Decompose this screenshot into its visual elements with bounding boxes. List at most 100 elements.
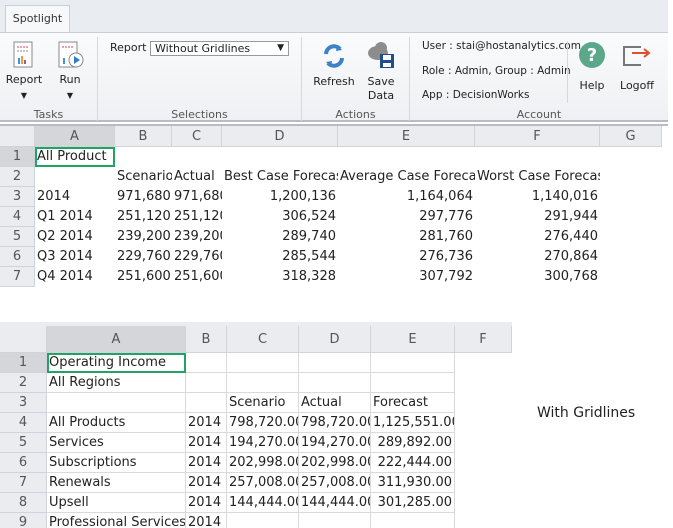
row-header-4[interactable]: 4 [0, 413, 47, 433]
cell-a1[interactable]: All Product [35, 147, 115, 167]
logoff-button[interactable]: Logoff [616, 41, 658, 93]
cell-b4[interactable]: 2014 [186, 413, 227, 433]
cell-a4[interactable]: Q1 2014 [35, 207, 115, 227]
column-header-b[interactable]: B [186, 326, 227, 353]
tab-spotlight[interactable]: Spotlight [5, 5, 70, 33]
cell-e6[interactable]: 276,736 [338, 247, 475, 267]
row-header-1[interactable]: 1 [0, 353, 47, 373]
row-header-2[interactable]: 2 [0, 373, 47, 393]
cell-c2[interactable] [227, 373, 299, 393]
row-header-3[interactable]: 3 [0, 187, 35, 207]
cell-a7[interactable]: Q4 2014 [35, 267, 115, 287]
cell-c7[interactable]: 257,008.00 [227, 473, 299, 493]
report-select[interactable]: Without Gridlines ▼ [150, 41, 289, 56]
cell-e5[interactable]: 289,892.00 [371, 433, 455, 453]
column-header-f[interactable]: F [455, 326, 512, 353]
cell-b5[interactable]: 239,200 [115, 227, 172, 247]
column-header-d[interactable]: D [222, 126, 338, 147]
cell-b8[interactable]: 2014 [186, 493, 227, 513]
cell-e2[interactable]: Average Case Forecast [338, 167, 475, 187]
cell-e9[interactable] [371, 513, 455, 528]
cell-e1[interactable] [338, 147, 475, 167]
cell-b3[interactable]: 971,680 [115, 187, 172, 207]
row-header-2[interactable]: 2 [0, 167, 35, 187]
cell-d8[interactable]: 144,444.00 [299, 493, 371, 513]
select-all-corner[interactable] [0, 326, 47, 353]
cell-c8[interactable]: 144,444.00 [227, 493, 299, 513]
cell-e5[interactable]: 281,760 [338, 227, 475, 247]
row-header-8[interactable]: 8 [0, 493, 47, 513]
cell-f2[interactable]: Worst Case Forecast [475, 167, 600, 187]
cell-b6[interactable]: 229,760 [115, 247, 172, 267]
cell-d1[interactable] [299, 353, 371, 373]
cell-c9[interactable] [227, 513, 299, 528]
cell-c4[interactable]: 251,120 [172, 207, 222, 227]
run-button[interactable]: Run ▼ [50, 41, 90, 103]
report-button[interactable]: Report ▼ [4, 41, 44, 103]
cell-a1[interactable]: Operating Income [47, 353, 186, 373]
row-header-9[interactable]: 9 [0, 513, 47, 528]
row-header-6[interactable]: 6 [0, 247, 35, 267]
cell-d5[interactable]: 289,740 [222, 227, 338, 247]
cell-c6[interactable]: 202,998.00 [227, 453, 299, 473]
column-header-g[interactable]: G [600, 126, 662, 147]
cell-e3[interactable]: Forecast [371, 393, 455, 413]
row-header-4[interactable]: 4 [0, 207, 35, 227]
cell-a5[interactable]: Services [47, 433, 186, 453]
cell-a5[interactable]: Q2 2014 [35, 227, 115, 247]
cell-f6[interactable]: 270,864 [475, 247, 600, 267]
row-header-5[interactable]: 5 [0, 433, 47, 453]
cell-d1[interactable] [222, 147, 338, 167]
cell-c3[interactable]: Scenario [227, 393, 299, 413]
cell-b5[interactable]: 2014 [186, 433, 227, 453]
cell-f5[interactable]: 276,440 [475, 227, 600, 247]
cell-c5[interactable]: 194,270.00 [227, 433, 299, 453]
cell-f7[interactable]: 300,768 [475, 267, 600, 287]
cell-c1[interactable] [227, 353, 299, 373]
column-header-c[interactable]: C [227, 326, 299, 353]
cell-d2[interactable]: Best Case Forecast [222, 167, 338, 187]
cell-e3[interactable]: 1,164,064 [338, 187, 475, 207]
cell-b2[interactable]: Scenario [115, 167, 172, 187]
cell-a6[interactable]: Subscriptions [47, 453, 186, 473]
refresh-button[interactable]: Refresh [312, 41, 356, 89]
column-header-e[interactable]: E [371, 326, 455, 353]
cell-f4[interactable]: 291,944 [475, 207, 600, 227]
cell-d7[interactable]: 318,328 [222, 267, 338, 287]
cell-d4[interactable]: 306,524 [222, 207, 338, 227]
cell-d7[interactable]: 257,008.00 [299, 473, 371, 493]
column-header-e[interactable]: E [338, 126, 475, 147]
cell-b2[interactable] [186, 373, 227, 393]
cell-a8[interactable]: Upsell [47, 493, 186, 513]
cell-e8[interactable]: 301,285.00 [371, 493, 455, 513]
spreadsheet-without-gridlines[interactable]: A B C D E F G 1 All Product 2 Scenario Actual Best C… [0, 124, 668, 292]
cell-e4[interactable]: 297,776 [338, 207, 475, 227]
cell-d4[interactable]: 798,720.00 [299, 413, 371, 433]
cell-d9[interactable] [299, 513, 371, 528]
cell-c3[interactable]: 971,680 [172, 187, 222, 207]
cell-b3[interactable] [186, 393, 227, 413]
cell-d6[interactable]: 285,544 [222, 247, 338, 267]
row-header-7[interactable]: 7 [0, 267, 35, 287]
cell-a7[interactable]: Renewals [47, 473, 186, 493]
cell-c5[interactable]: 239,200 [172, 227, 222, 247]
cell-e1[interactable] [371, 353, 455, 373]
column-header-a[interactable]: A [47, 326, 186, 353]
cell-c4[interactable]: 798,720.00 [227, 413, 299, 433]
cell-d2[interactable] [299, 373, 371, 393]
cell-a3[interactable]: 2014 [35, 187, 115, 207]
column-header-d[interactable]: D [299, 326, 371, 353]
cell-a4[interactable]: All Products [47, 413, 186, 433]
cell-d5[interactable]: 194,270.00 [299, 433, 371, 453]
cell-e6[interactable]: 222,444.00 [371, 453, 455, 473]
cell-f3[interactable]: 1,140,016 [475, 187, 600, 207]
save-data-button[interactable]: Save Data [360, 39, 402, 103]
column-header-a[interactable]: A [35, 126, 115, 147]
cell-d3[interactable]: Actual [299, 393, 371, 413]
row-header-3[interactable]: 3 [0, 393, 47, 413]
cell-e4[interactable]: 1,125,551.00 [371, 413, 455, 433]
cell-a2[interactable] [35, 167, 115, 187]
column-header-b[interactable]: B [115, 126, 172, 147]
row-header-1[interactable]: 1 [0, 147, 35, 167]
cell-d3[interactable]: 1,200,136 [222, 187, 338, 207]
